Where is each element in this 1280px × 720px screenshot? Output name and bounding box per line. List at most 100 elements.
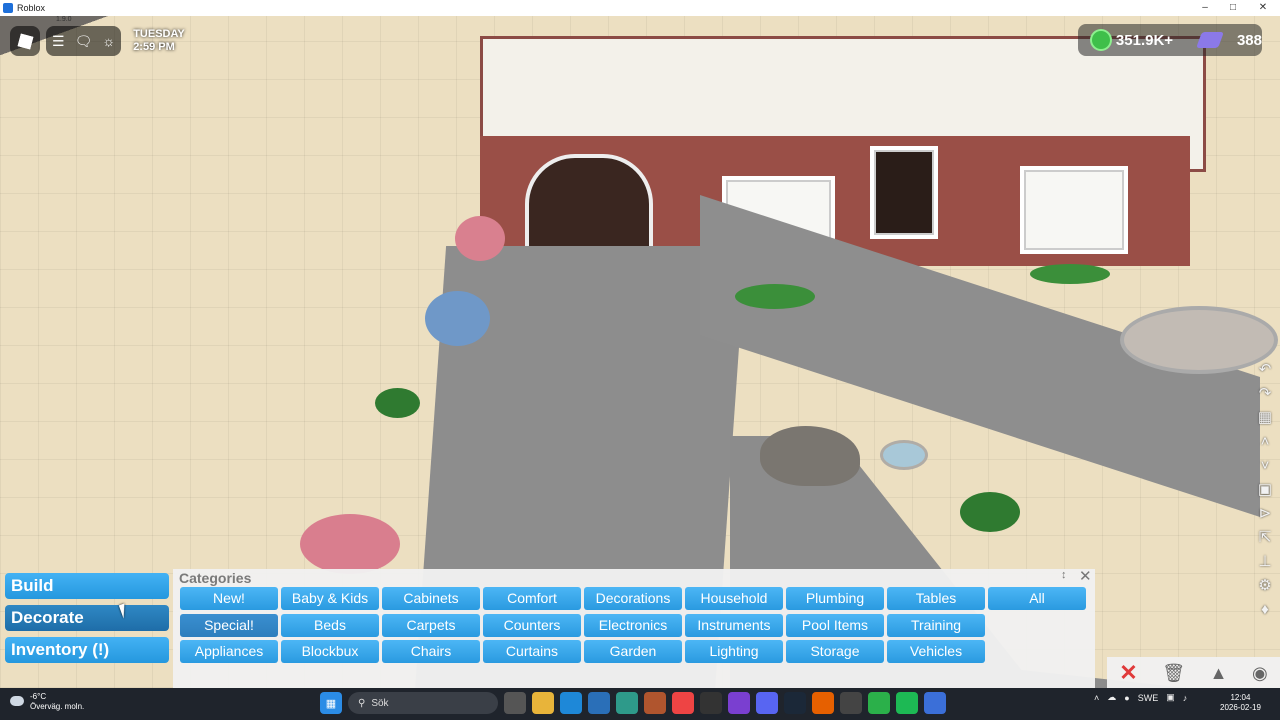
taskbar-clock[interactable]: 12:04 2026-02-19	[1220, 693, 1261, 713]
category-pool-items[interactable]: Pool Items	[786, 613, 884, 637]
category-training[interactable]: Training	[887, 613, 985, 637]
menu-icon[interactable]: ☰	[52, 33, 65, 50]
taskbar-time: 12:04	[1230, 693, 1251, 702]
category-beds[interactable]: Beds	[281, 613, 379, 637]
display-icon[interactable]: ▣	[1166, 692, 1175, 703]
hud-controls: ☰ 🗨 ☼	[46, 26, 122, 56]
stairs-icon[interactable]: ⊳	[1255, 504, 1275, 524]
inventory-button[interactable]: Inventory (!)	[5, 637, 169, 663]
stamp-icon[interactable]: ♦	[1255, 600, 1275, 620]
chevron-down-icon[interactable]: ˅	[1255, 456, 1275, 476]
category-plumbing[interactable]: Plumbing	[786, 587, 884, 610]
category-new[interactable]: New!	[180, 587, 278, 610]
spotify-icon[interactable]	[896, 692, 918, 714]
build-button[interactable]: Build	[5, 573, 169, 599]
category-appliances[interactable]: Appliances	[180, 640, 278, 663]
category-decorations[interactable]: Decorations	[584, 587, 682, 610]
category-household[interactable]: Household	[685, 587, 783, 610]
weather-widget[interactable]: -6°C Överväg. moln.	[10, 692, 84, 712]
category-storage[interactable]: Storage	[786, 640, 884, 663]
house-window	[1020, 166, 1128, 254]
taskbar-search[interactable]: ⚲ Sök	[348, 692, 498, 714]
categories-title: Categories	[179, 570, 252, 586]
garage-door	[525, 154, 653, 254]
taskbar-date: 2026-02-19	[1220, 703, 1261, 712]
resize-icon[interactable]: ⇱	[1255, 528, 1275, 548]
chat-icon[interactable]: 🗨	[75, 33, 93, 50]
tickets-icon	[1196, 32, 1224, 48]
edge-icon[interactable]	[560, 692, 582, 714]
category-baby-kids[interactable]: Baby & Kids	[281, 587, 379, 610]
network-icon[interactable]: ☁	[1107, 692, 1116, 703]
mic-icon[interactable]: ●	[1124, 693, 1129, 703]
search-placeholder: Sök	[371, 697, 389, 709]
axes-icon[interactable]: ⊥	[1255, 552, 1275, 572]
headset-icon[interactable]: ☼	[102, 33, 115, 49]
app-icon[interactable]	[644, 692, 666, 714]
category-electronics[interactable]: Electronics	[584, 613, 682, 637]
category-curtains[interactable]: Curtains	[483, 640, 581, 663]
categories-grid: New! Baby & Kids Cabinets Comfort Decora…	[180, 587, 1086, 663]
steam-icon[interactable]	[784, 692, 806, 714]
chrome-icon[interactable]	[672, 692, 694, 714]
chevron-up-icon[interactable]: ˄	[1094, 693, 1099, 703]
palette-icon[interactable]: ◉	[1252, 663, 1268, 684]
front-door	[870, 146, 938, 239]
right-toolbar: ↶ ↷ ▦ ˄ ˅ ▣ ⊳ ⇱ ⊥ ⚙ ♦	[1252, 360, 1278, 620]
trash-icon[interactable]: 🗑	[1162, 663, 1185, 684]
undo-icon[interactable]: ↶	[1255, 360, 1275, 380]
window-title-bar: Roblox – □ ✕	[0, 0, 1280, 16]
category-tables[interactable]: Tables	[887, 587, 985, 610]
clock-time: 2:59 PM	[133, 41, 175, 53]
category-garden[interactable]: Garden	[584, 640, 682, 663]
category-cabinets[interactable]: Cabinets	[382, 587, 480, 610]
roblox-menu-button[interactable]	[10, 26, 40, 56]
redo-icon[interactable]: ↷	[1255, 384, 1275, 404]
start-icon[interactable]: ▦	[320, 692, 342, 714]
discord-icon[interactable]	[756, 692, 778, 714]
category-special[interactable]: Special!	[180, 613, 278, 637]
category-vehicles[interactable]: Vehicles	[887, 640, 985, 663]
volume-icon[interactable]: ♪	[1183, 693, 1188, 703]
resize-handle-icon[interactable]: ↕	[1061, 569, 1067, 581]
close-icon[interactable]: ✕	[1079, 567, 1092, 585]
plant	[735, 284, 815, 309]
roblox-taskbar-icon[interactable]	[924, 692, 946, 714]
category-comfort[interactable]: Comfort	[483, 587, 581, 610]
minimize-button[interactable]: –	[1190, 0, 1220, 16]
cloud-icon	[10, 696, 24, 706]
system-tray: ˄ ☁ ● SWE ▣ ♪	[1094, 692, 1187, 703]
category-lighting[interactable]: Lighting	[685, 640, 783, 663]
grid-icon[interactable]: ▦	[1255, 408, 1275, 428]
rock	[760, 426, 860, 486]
taskbar-apps: ▦ ⚲ Sök	[320, 692, 946, 714]
category-empty-slot	[988, 614, 1086, 637]
window-title: Roblox	[17, 3, 46, 13]
money-icon	[1090, 29, 1112, 51]
category-counters[interactable]: Counters	[483, 613, 581, 637]
app-icon[interactable]	[868, 692, 890, 714]
firefox-icon[interactable]	[812, 692, 834, 714]
language-indicator[interactable]: SWE	[1138, 693, 1159, 703]
close-window-button[interactable]: ✕	[1248, 0, 1278, 16]
category-instruments[interactable]: Instruments	[685, 613, 783, 637]
game-clock: TUESDAY 2:59 PM	[133, 28, 185, 54]
cancel-icon[interactable]: ✕	[1119, 660, 1137, 686]
file-explorer-icon[interactable]	[532, 692, 554, 714]
select-icon[interactable]: ▣	[1255, 480, 1275, 500]
app-icon[interactable]	[840, 692, 862, 714]
category-chairs[interactable]: Chairs	[382, 640, 480, 663]
category-all[interactable]: All	[988, 587, 1086, 610]
app-icon[interactable]	[616, 692, 638, 714]
task-view-icon[interactable]	[504, 692, 526, 714]
chevron-up-icon[interactable]: ˄	[1255, 432, 1275, 452]
decorate-button[interactable]: Decorate	[5, 605, 169, 631]
stamp-icon[interactable]: ▲	[1210, 663, 1228, 684]
category-blockbux[interactable]: Blockbux	[281, 640, 379, 663]
mail-icon[interactable]	[588, 692, 610, 714]
category-carpets[interactable]: Carpets	[382, 613, 480, 637]
maximize-button[interactable]: □	[1218, 0, 1248, 16]
app-icon[interactable]	[728, 692, 750, 714]
app-icon[interactable]	[700, 692, 722, 714]
settings-icon[interactable]: ⚙	[1255, 576, 1275, 596]
